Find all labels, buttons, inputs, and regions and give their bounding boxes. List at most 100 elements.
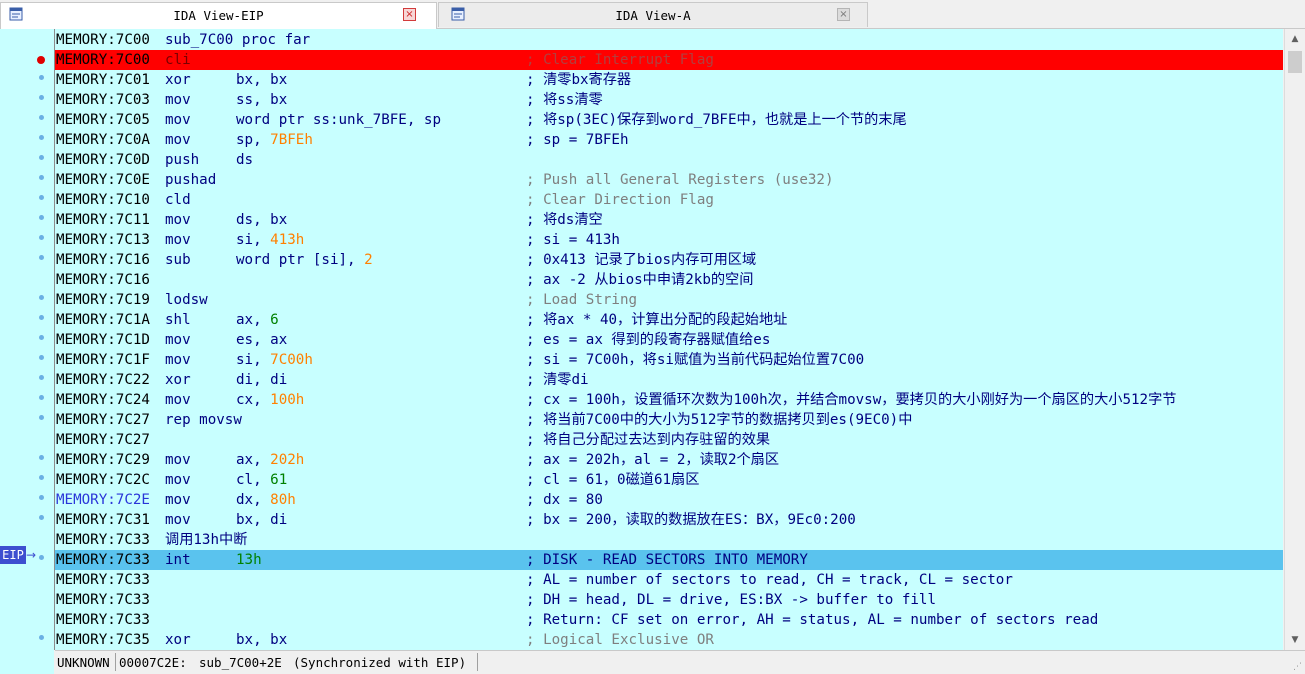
listing-row[interactable]: MEMORY:7C33 ; AL = number of sectors to r… [55,570,1283,590]
vertical-scrollbar[interactable]: ▲ ▼ [1284,29,1305,650]
operand-text: bx, bx [236,632,288,648]
comment: ; 清零di [526,372,589,388]
breakpoint-row[interactable]: MEMORY:7C00 cli ; Clear Interrupt Flag [55,50,1283,70]
address: MEMORY:7C33 [56,592,150,608]
tab-label: IDA View-EIP [173,8,264,23]
auto-comment: ; Clear Interrupt Flag [526,52,714,68]
mnemonic: pushad [165,172,217,188]
listing-row[interactable]: MEMORY:7C05 mov word ptr ss:unk_7BFE, sp ; … [55,110,1283,130]
scroll-up-icon[interactable]: ▲ [1285,29,1305,49]
comment: ; sp = 7BFEh [526,132,629,148]
address: MEMORY:7C22 [56,372,150,388]
operands: cl, 61 [236,470,287,490]
disassembly-listing[interactable]: MEMORY:7C00 sub_7C00 proc far MEMORY:7C00 c… [55,29,1283,650]
mnemonic: xor [165,372,191,388]
address: MEMORY:7C19 [56,292,150,308]
listing-row[interactable]: MEMORY:7C00 sub_7C00 proc far [55,30,1283,50]
operand-text: es, ax [236,332,288,348]
operands: 13h [236,550,262,570]
listing-row[interactable]: MEMORY:7C2E mov dx, 80h ; dx = 80 [55,490,1283,510]
listing-row[interactable]: MEMORY:7C33 ; DH = head, DL = drive, ES:B… [55,590,1283,610]
tab-ida-view-eip[interactable]: IDA View-EIP × [0,2,437,29]
address: MEMORY:7C0D [56,152,150,168]
status-segment: UNKNOWN [57,655,110,670]
mnemonic: mov [165,112,191,128]
listing-row[interactable]: MEMORY:7C35 xor bx, bx ; Logical Exclusive … [55,630,1283,650]
listing-row[interactable]: MEMORY:7C11 mov ds, bx ; 将ds清空 [55,210,1283,230]
listing-row[interactable]: MEMORY:7C01 xor bx, bx ; 清零bx寄存器 [55,70,1283,90]
mnemonic: shl [165,312,191,328]
address: MEMORY:7C35 [56,632,150,648]
listing-row[interactable]: MEMORY:7C31 mov bx, di ; bx = 200，读取的数据放在ES… [55,510,1283,530]
operands: bx, bx [236,630,287,650]
flow-dot-icon [39,235,44,240]
listing-row[interactable]: MEMORY:7C1A shl ax, 6 ; 将ax * 40，计算出分配的段起始地… [55,310,1283,330]
mnemonic: mov [165,472,191,488]
listing-row[interactable]: MEMORY:7C33 调用13h中断 [55,530,1283,550]
listing-row[interactable]: MEMORY:7C13 mov si, 413h ; si = 413h [55,230,1283,250]
listing-row[interactable]: MEMORY:7C1D mov es, ax ; es = ax 得到的段寄存器赋值给… [55,330,1283,350]
mnemonic: mov [165,132,191,148]
address: MEMORY:7C16 [56,252,150,268]
listing-row[interactable]: MEMORY:7C27 rep movsw ; 将当前7C00中的大小为512字节的… [55,410,1283,430]
listing-row[interactable]: MEMORY:7C2C mov cl, 61 ; cl = 61，0磁道61扇区 [55,470,1283,490]
mnemonic: mov [165,352,191,368]
listing-row[interactable]: MEMORY:7C16 ; ax -2 从bios中申请2kb的空间 [55,270,1283,290]
scroll-down-icon[interactable]: ▼ [1285,630,1305,650]
immediate-value: 202h [270,452,305,468]
comment: ; 将ss清零 [526,92,603,108]
flow-dot-icon [39,375,44,380]
operands: cx, 100h [236,390,304,410]
status-separator [477,653,478,671]
address: MEMORY:7C27 [56,432,150,448]
close-icon[interactable]: × [403,8,416,21]
resize-grip-icon[interactable]: ⋰ [1293,662,1303,672]
listing-row[interactable]: MEMORY:7C29 mov ax, 202h ; ax = 202h，al = 2… [55,450,1283,470]
listing-row[interactable]: MEMORY:7C27 ; 将自己分配过去达到内存驻留的效果 [55,430,1283,450]
listing-row[interactable]: MEMORY:7C19 lodsw ; Load String [55,290,1283,310]
immediate-value: 100h [270,392,305,408]
scrollbar-thumb[interactable] [1288,51,1302,73]
mnemonic: xor [165,72,191,88]
mnemonic: mov [165,452,191,468]
flow-dot-icon [39,395,44,400]
comment: ; DH = head, DL = drive, ES:BX -> buffer… [526,592,936,608]
listing-row[interactable]: MEMORY:7C10 cld ; Clear Direction Flag [55,190,1283,210]
arrows-gutter[interactable] [0,29,54,674]
operands: bx, di [236,510,287,530]
address: MEMORY:7C13 [56,232,150,248]
listing-row[interactable]: MEMORY:7C0D push ds [55,150,1283,170]
listing-row[interactable]: MEMORY:7C24 mov cx, 100h ; cx = 100h，设置循环次数… [55,390,1283,410]
status-separator [115,653,116,671]
listing-row[interactable]: MEMORY:7C0E pushad ; Push all General Regi… [55,170,1283,190]
tab-ida-view-a[interactable]: IDA View-A × [438,2,868,27]
address: MEMORY:7C11 [56,212,150,228]
listing-row[interactable]: MEMORY:7C33 ; Return: CF set on error, AH… [55,610,1283,630]
mnemonic: xor [165,632,191,648]
listing-row[interactable]: MEMORY:7C22 xor di, di ; 清零di [55,370,1283,390]
comment: ; AL = number of sectors to read, CH = t… [526,572,1013,588]
flow-dot-icon [39,515,44,520]
address: MEMORY:7C1D [56,332,150,348]
comment: ; ax = 202h，al = 2，读取2个扇区 [526,452,780,468]
close-icon[interactable]: × [837,8,850,21]
address: MEMORY:7C33 [56,552,150,568]
current-eip-row[interactable]: MEMORY:7C33 int 13h ; DISK - READ SECTORS I… [55,550,1283,570]
status-sync: (Synchronized with EIP) [293,655,467,670]
listing-row[interactable]: MEMORY:7C16 sub word ptr [si], 2 ; 0x413 记录… [55,250,1283,270]
address: MEMORY:7C2E [56,492,150,508]
comment: ; 将当前7C00中的大小为512字节的数据拷贝到es(9EC0)中 [526,412,913,428]
comment: ; Return: CF set on error, AH = status, … [526,612,1099,628]
flow-dot-icon [39,155,44,160]
listing-row[interactable]: MEMORY:7C1F mov si, 7C00h ; si = 7C00h，将si赋… [55,350,1283,370]
breakpoint-icon[interactable] [37,56,45,64]
listing-row[interactable]: MEMORY:7C0A mov sp, 7BFEh ; sp = 7BFEh [55,130,1283,150]
mnemonic: lodsw [165,292,208,308]
mnemonic: mov [165,492,191,508]
flow-dot-icon [39,415,44,420]
operands: sp, 7BFEh [236,130,313,150]
operand-text: bx, di [236,512,288,528]
operand-text: si, [236,232,271,248]
listing-row[interactable]: MEMORY:7C03 mov ss, bx ; 将ss清零 [55,90,1283,110]
auto-comment: ; Logical Exclusive OR [526,632,714,648]
